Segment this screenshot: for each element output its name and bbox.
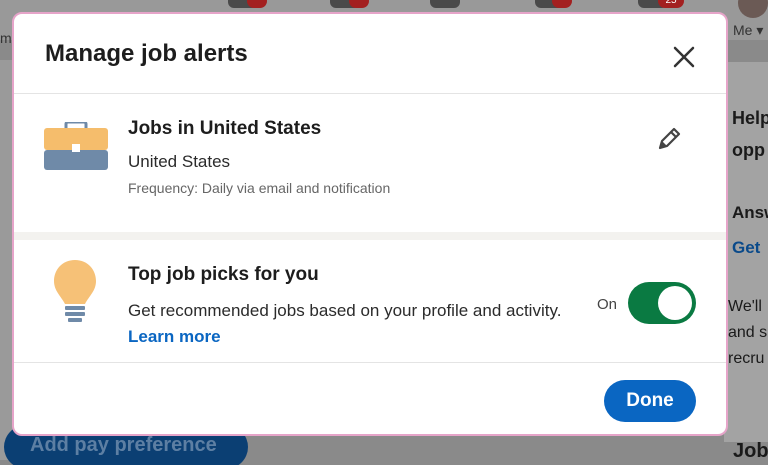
dialog-header: Manage job alerts <box>14 14 726 94</box>
background-fragment: We'll <box>728 298 762 315</box>
done-button[interactable]: Done <box>604 380 696 422</box>
nav-badge <box>247 0 267 8</box>
top-picks-title: Top job picks for you <box>128 264 319 285</box>
background-fragment: recru <box>728 350 765 367</box>
section-divider <box>14 232 726 240</box>
nav-badge <box>349 0 369 8</box>
nav-icon <box>430 0 460 8</box>
briefcase-icon <box>44 120 108 174</box>
background-fragment: and s <box>728 324 768 341</box>
pencil-icon[interactable] <box>654 124 684 154</box>
nav-badge <box>552 0 572 8</box>
me-menu-label: Me ▾ <box>733 22 764 38</box>
toggle-state-label: On <box>597 296 618 313</box>
job-alert-title: Jobs in United States <box>128 118 322 139</box>
background-fragment: opp <box>732 140 765 160</box>
learn-more-link[interactable]: Learn more <box>128 327 221 346</box>
background-fragment: Job <box>733 440 768 462</box>
top-picks-toggle[interactable] <box>628 282 696 324</box>
job-alert-details: Jobs in United States United States Freq… <box>128 118 390 196</box>
top-picks-description: Get recommended jobs based on your profi… <box>128 298 568 350</box>
toggle-knob <box>658 286 692 320</box>
close-icon[interactable] <box>669 42 699 72</box>
dialog-title: Manage job alerts <box>45 40 248 67</box>
background-fragment: Get <box>732 238 761 257</box>
top-picks-description-text: Get recommended jobs based on your profi… <box>128 301 562 320</box>
background-fragment: Help <box>732 108 768 128</box>
lightbulb-icon <box>50 258 100 324</box>
nav-badge: 25 <box>658 0 684 8</box>
job-alert-location: United States <box>128 152 231 171</box>
footer-divider <box>14 362 726 363</box>
top-picks-details: Top job picks for you Get recommended jo… <box>128 264 568 350</box>
background-fragment: Answ <box>732 203 768 222</box>
manage-job-alerts-dialog: Manage job alerts Jobs in United States … <box>12 12 728 436</box>
job-alert-frequency: Frequency: Daily via email and notificat… <box>128 180 391 196</box>
